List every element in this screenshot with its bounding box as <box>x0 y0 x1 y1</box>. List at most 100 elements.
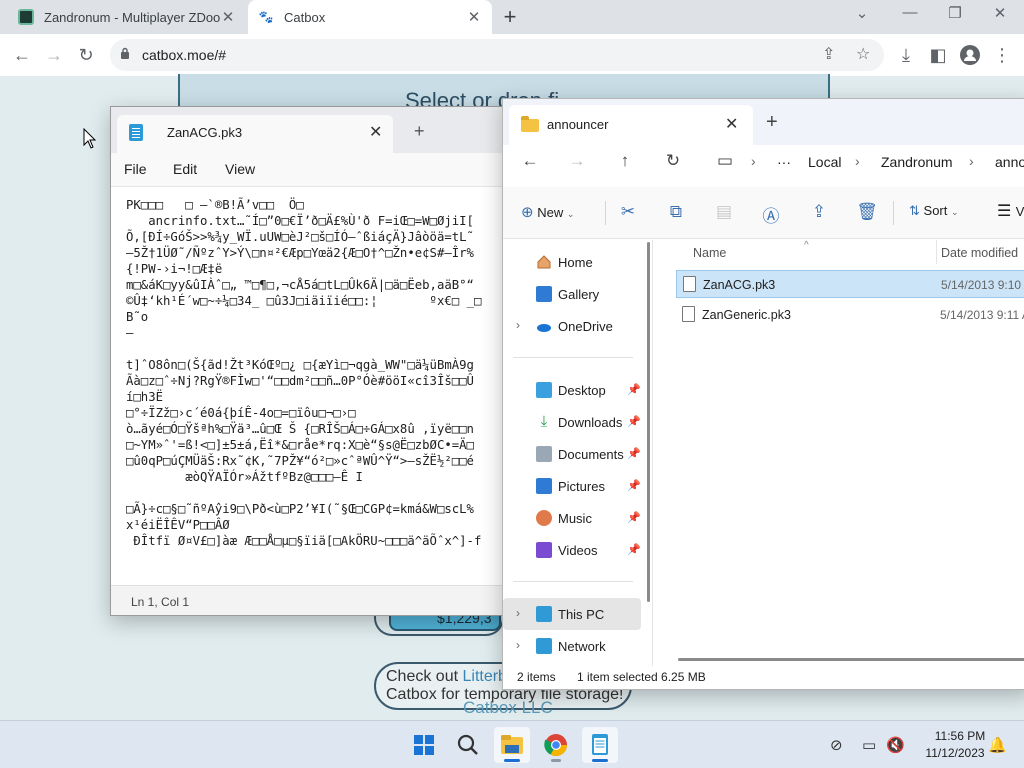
breadcrumb-overflow[interactable]: ··· <box>777 154 791 170</box>
bookmark-star-icon[interactable]: ☆ <box>856 44 870 64</box>
wifi-off-icon[interactable]: ⊘ <box>830 736 843 754</box>
notepad-new-tab-button[interactable]: + <box>414 121 425 142</box>
copy-icon[interactable]: ⧉ <box>665 202 687 222</box>
nav-item-home[interactable]: Home <box>503 246 641 278</box>
back-button[interactable]: ← <box>10 43 34 67</box>
nav-item-onedrive[interactable]: › OneDrive <box>503 310 641 342</box>
minimize-button[interactable]: — <box>898 4 922 21</box>
pin-icon[interactable]: 📌 <box>627 447 641 460</box>
menu-file[interactable]: File <box>124 161 147 177</box>
up-arrow-icon[interactable]: ↑ <box>613 151 637 171</box>
pin-icon[interactable]: 📌 <box>627 543 641 556</box>
rename-icon[interactable]: Ⓐ <box>760 202 782 227</box>
nav-item-downloads[interactable]: ⤓ Downloads 📌 <box>503 406 641 438</box>
nav-item-music[interactable]: Music 📌 <box>503 502 641 534</box>
download-icon[interactable]: ⤓ <box>894 43 918 67</box>
new-button[interactable]: ⊕ New ⌄ <box>521 203 574 221</box>
chevron-right-icon[interactable]: › <box>516 606 520 620</box>
explorer-statusbar: 2 items 1 item selected 6.25 MB <box>503 666 1024 689</box>
back-arrow-icon[interactable]: ← <box>518 151 542 171</box>
desktop-icon <box>536 382 552 398</box>
documents-icon <box>536 446 552 462</box>
sort-button[interactable]: ⇅ Sort ⌄ <box>909 203 959 219</box>
start-button[interactable] <box>406 727 442 763</box>
close-window-button[interactable]: ✕ <box>988 4 1012 22</box>
menu-kebab-icon[interactable]: ⋮ <box>990 43 1014 67</box>
display-icon[interactable]: ▭ <box>862 736 876 754</box>
clock-date[interactable]: 11/12/2023 <box>920 746 990 760</box>
close-icon[interactable]: ✕ <box>369 122 382 142</box>
menu-edit[interactable]: Edit <box>173 161 197 177</box>
browser-tab-catbox[interactable]: 🐾 Catbox ✕ <box>248 0 492 34</box>
litterbox-link[interactable]: Litterb <box>462 668 506 685</box>
nav-item-network[interactable]: › Network <box>503 630 641 662</box>
pin-icon[interactable]: 📌 <box>627 479 641 492</box>
side-panel-icon[interactable]: ◧ <box>926 43 950 67</box>
nav-item-documents[interactable]: Documents 📌 <box>503 438 641 470</box>
breadcrumb-local[interactable]: Local <box>808 154 841 170</box>
catbox-favicon-icon: 🐾 <box>258 9 274 25</box>
close-icon[interactable]: ✕ <box>725 114 738 134</box>
address-bar[interactable]: catbox.moe/# ⇪ ☆ <box>110 39 884 71</box>
horizontal-scrollbar[interactable] <box>678 658 1024 661</box>
nav-item-desktop[interactable]: Desktop 📌 <box>503 374 641 406</box>
share-icon[interactable]: ⇪ <box>822 44 835 64</box>
clock-time[interactable]: 11:56 PM <box>932 729 988 743</box>
search-button[interactable] <box>450 727 486 763</box>
chevron-down-icon[interactable]: ⌄ <box>850 4 874 22</box>
profile-avatar-icon[interactable] <box>958 43 982 67</box>
notification-bell-icon[interactable]: 🔔 <box>988 736 1007 754</box>
new-tab-button[interactable]: + <box>498 4 522 30</box>
pin-icon[interactable]: 📌 <box>627 383 641 396</box>
url-text[interactable]: catbox.moe/# <box>142 47 226 63</box>
explorer-tab[interactable]: announcer ✕ <box>509 105 753 145</box>
divider <box>513 581 633 582</box>
nav-label: Gallery <box>558 287 600 302</box>
nav-item-pictures[interactable]: Pictures 📌 <box>503 470 641 502</box>
column-header-date-modified[interactable]: Date modified <box>941 246 1018 260</box>
taskbar-notepad[interactable] <box>582 727 618 763</box>
nav-scrollbar[interactable] <box>647 242 650 602</box>
view-button[interactable]: ☰ V <box>997 201 1024 221</box>
notepad-window: ZanACG.pk3 ✕ + File Edit View PK□□□ □ –`… <box>110 106 530 616</box>
delete-icon[interactable]: 🗑 <box>856 202 878 222</box>
tab-close-icon[interactable]: ✕ <box>466 8 482 26</box>
monitor-icon[interactable]: ▭ <box>713 151 737 171</box>
column-header-name[interactable]: Name <box>693 246 726 260</box>
pin-icon[interactable]: 📌 <box>627 415 641 428</box>
taskbar-file-explorer[interactable] <box>494 727 530 763</box>
nav-item-gallery[interactable]: Gallery <box>503 278 641 310</box>
nav-item-this-pc[interactable]: › This PC <box>503 598 641 630</box>
search-icon <box>457 734 478 755</box>
forward-arrow-icon[interactable]: → <box>565 151 589 171</box>
notepad-tab[interactable]: ZanACG.pk3 ✕ <box>117 115 393 153</box>
tab-close-icon[interactable]: ✕ <box>220 8 236 26</box>
home-icon <box>536 254 552 270</box>
this-pc-icon <box>536 606 552 622</box>
taskbar-chrome[interactable] <box>538 727 574 763</box>
refresh-icon[interactable]: ↻ <box>661 151 685 171</box>
chevron-right-icon[interactable]: › <box>516 638 520 652</box>
paste-icon[interactable]: ▤ <box>713 202 735 222</box>
reload-button[interactable]: ↻ <box>74 43 98 67</box>
breadcrumb-announcer[interactable]: anno <box>995 154 1024 170</box>
chevron-right-icon: › <box>855 153 860 169</box>
restore-button[interactable]: ❐ <box>943 4 967 22</box>
pin-icon[interactable]: 📌 <box>627 511 641 524</box>
zandronum-favicon-icon <box>18 9 34 25</box>
notepad-text-area[interactable]: PK□□□ □ –`®B!Ã’v□□ Ö□ ancrinfo.txt…˜Í□”0… <box>111 187 529 585</box>
volume-mute-icon[interactable]: 🔇 <box>886 736 905 754</box>
column-divider[interactable] <box>936 240 937 264</box>
file-row[interactable]: ZanACG.pk3 5/14/2013 9:10 A <box>676 270 1024 298</box>
forward-button[interactable]: → <box>42 43 66 67</box>
share-icon[interactable]: ⇪ <box>808 202 830 222</box>
breadcrumb-zandronum[interactable]: Zandronum <box>881 154 953 170</box>
nav-item-videos[interactable]: Videos 📌 <box>503 534 641 566</box>
chevron-right-icon[interactable]: › <box>516 318 520 332</box>
browser-tab-zandronum[interactable]: Zandronum - Multiplayer ZDoom ✕ <box>8 0 246 34</box>
cut-icon[interactable]: ✂ <box>617 202 639 222</box>
chevron-right-icon: › <box>751 153 756 169</box>
menu-view[interactable]: View <box>225 161 255 177</box>
explorer-new-tab-button[interactable]: + <box>766 111 778 134</box>
file-row[interactable]: ZanGeneric.pk3 5/14/2013 9:11 A <box>676 301 1024 329</box>
